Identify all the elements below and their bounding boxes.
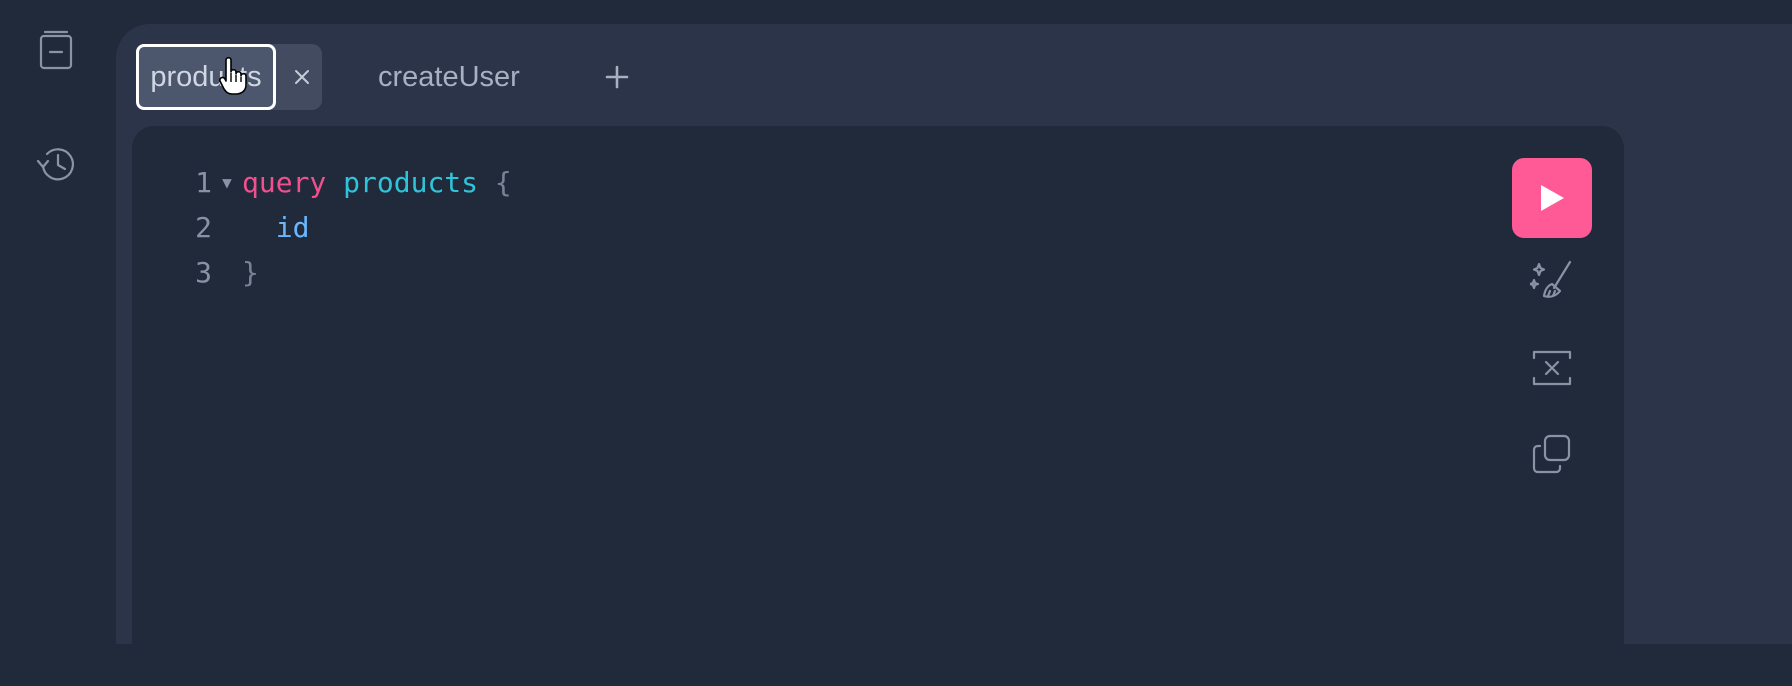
session-panel: products createUser 1 ▼ query products {… <box>116 24 1792 686</box>
sidebar <box>0 0 116 610</box>
merge-fragments-button[interactable] <box>1528 344 1576 392</box>
line-number: 2 <box>195 211 212 244</box>
query-editor[interactable]: 1 ▼ query products { 2 id 3 } <box>132 126 1624 686</box>
code-line: 2 id <box>180 205 512 250</box>
prettify-button[interactable] <box>1528 256 1576 304</box>
prettify-icon <box>1530 260 1572 298</box>
operation-name-token: products <box>343 166 479 199</box>
close-icon <box>295 70 309 84</box>
line-number: 1 <box>195 166 212 199</box>
code-area[interactable]: 1 ▼ query products { 2 id 3 } <box>180 160 512 295</box>
line-number: 3 <box>195 256 212 289</box>
tab-bar: products createUser <box>116 24 1792 128</box>
brace-token: { <box>494 166 512 199</box>
tab-createuser[interactable]: createUser <box>360 44 538 110</box>
code-line: 1 ▼ query products { <box>180 160 512 205</box>
copy-icon <box>1532 434 1571 474</box>
brace-token: } <box>242 256 259 289</box>
keyword-token: query <box>242 166 327 199</box>
add-tab-button[interactable] <box>582 44 652 110</box>
execute-query-button[interactable] <box>1512 158 1592 238</box>
plus-icon <box>605 65 629 89</box>
history-icon[interactable] <box>34 142 78 186</box>
field-token: id <box>275 211 310 244</box>
fold-toggle-icon[interactable]: ▼ <box>212 160 242 205</box>
close-tab-button[interactable] <box>282 44 322 110</box>
merge-fragments-icon <box>1532 350 1572 386</box>
copy-query-button[interactable] <box>1528 430 1576 478</box>
tab-label[interactable]: products <box>136 44 276 110</box>
document-icon[interactable] <box>34 28 78 72</box>
tab-products[interactable]: products <box>136 44 322 110</box>
play-icon <box>1541 185 1564 211</box>
code-line: 3 } <box>180 250 512 295</box>
tab-label: createUser <box>378 60 520 93</box>
